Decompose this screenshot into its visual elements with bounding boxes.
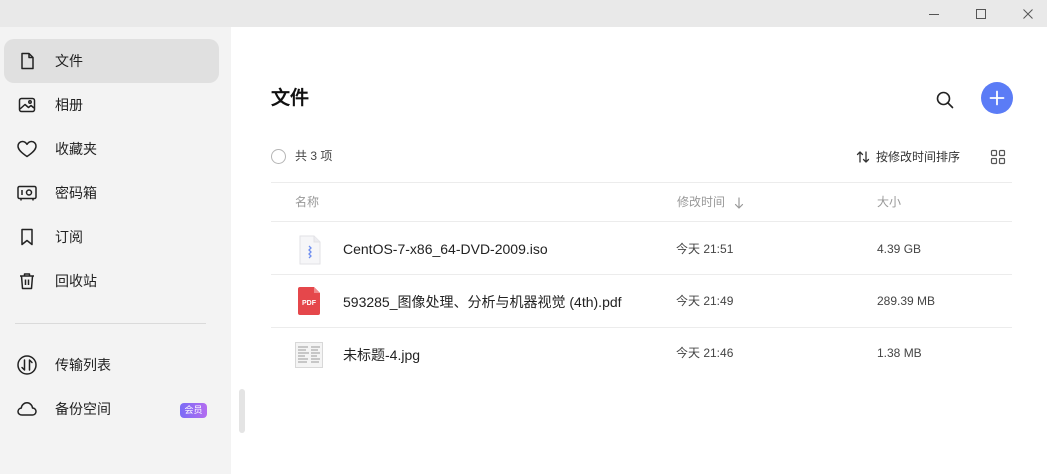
file-name: CentOS-7-x86_64-DVD-2009.iso bbox=[343, 241, 548, 257]
divider bbox=[271, 182, 1012, 183]
column-header-name[interactable]: 名称 bbox=[295, 195, 319, 210]
search-button[interactable] bbox=[932, 88, 958, 112]
sidebar-item-label: 备份空间 bbox=[55, 401, 111, 417]
file-row[interactable]: PDF 593285_图像处理、分析与机器视觉 (4th).pdf 今天 21:… bbox=[271, 275, 1012, 327]
sidebar-divider bbox=[15, 323, 206, 324]
sidebar-item-label: 回收站 bbox=[55, 273, 97, 289]
sidebar-item-subscriptions[interactable]: 订阅 bbox=[4, 215, 219, 259]
maximize-button[interactable] bbox=[958, 0, 1004, 27]
maximize-icon bbox=[976, 8, 986, 19]
minimize-button[interactable] bbox=[911, 0, 957, 27]
file-row[interactable]: 未标题-4.jpg 今天 21:46 1.38 MB bbox=[271, 328, 1012, 380]
select-all-checkbox[interactable] bbox=[271, 149, 286, 164]
trash-icon bbox=[16, 270, 38, 292]
sidebar-item-label: 文件 bbox=[55, 53, 83, 69]
grid-icon bbox=[990, 149, 1006, 165]
sidebar-item-transfers[interactable]: 传输列表 bbox=[4, 343, 219, 387]
heart-icon bbox=[16, 138, 38, 160]
sidebar-item-label: 密码箱 bbox=[55, 185, 97, 201]
sort-arrow-icon bbox=[734, 197, 744, 209]
sort-button[interactable]: 按修改时间排序 bbox=[856, 148, 960, 166]
sidebar-item-safe[interactable]: 密码箱 bbox=[4, 171, 219, 215]
file-name: 593285_图像处理、分析与机器视觉 (4th).pdf bbox=[343, 294, 622, 310]
grid-view-button[interactable] bbox=[990, 149, 1006, 165]
close-icon bbox=[1023, 8, 1033, 19]
add-button[interactable] bbox=[981, 82, 1013, 114]
file-modified: 今天 21:51 bbox=[676, 242, 734, 256]
column-header-size[interactable]: 大小 bbox=[877, 195, 901, 210]
file-size: 1.38 MB bbox=[877, 346, 922, 360]
photo-icon bbox=[16, 94, 38, 116]
sidebar-item-files[interactable]: 文件 bbox=[4, 39, 219, 83]
vip-badge: 会员 bbox=[180, 403, 207, 418]
sidebar-item-favorites[interactable]: 收藏夹 bbox=[4, 127, 219, 171]
safe-icon bbox=[16, 182, 38, 204]
plus-icon bbox=[989, 90, 1005, 106]
file-modified: 今天 21:46 bbox=[676, 346, 734, 360]
item-count: 共 3 项 bbox=[295, 149, 333, 163]
page-title: 文件 bbox=[271, 88, 310, 109]
transfer-icon bbox=[16, 354, 38, 376]
file-size: 289.39 MB bbox=[877, 294, 936, 308]
title-bar bbox=[0, 0, 1047, 27]
sidebar-item-label: 相册 bbox=[55, 97, 83, 113]
minimize-icon bbox=[929, 13, 939, 15]
pdf-file-icon: PDF bbox=[298, 287, 320, 315]
cloud-icon bbox=[16, 398, 38, 420]
file-modified: 今天 21:49 bbox=[676, 294, 734, 308]
sidebar-scrollbar[interactable] bbox=[239, 389, 245, 433]
column-header-modified[interactable]: 修改时间 bbox=[677, 195, 725, 210]
close-button[interactable] bbox=[1005, 0, 1047, 27]
pdf-label: PDF bbox=[302, 300, 317, 307]
file-icon bbox=[16, 50, 38, 72]
search-icon bbox=[936, 91, 954, 109]
sidebar-item-label: 传输列表 bbox=[55, 357, 111, 373]
image-thumbnail bbox=[295, 342, 323, 368]
sidebar-item-label: 收藏夹 bbox=[55, 141, 97, 157]
zip-file-icon bbox=[299, 235, 321, 265]
sidebar: 文件 相册 收藏夹 密码箱 订阅 回收站 传输列表 备份空间 会员 bbox=[0, 27, 231, 474]
file-name: 未标题-4.jpg bbox=[343, 347, 421, 363]
sort-label: 按修改时间排序 bbox=[876, 150, 961, 164]
bookmark-icon bbox=[16, 226, 38, 248]
sort-icon bbox=[856, 151, 870, 163]
sidebar-item-label: 订阅 bbox=[55, 229, 83, 245]
sidebar-item-trash[interactable]: 回收站 bbox=[4, 259, 219, 303]
file-size: 4.39 GB bbox=[877, 242, 922, 256]
file-row[interactable]: CentOS-7-x86_64-DVD-2009.iso 今天 21:51 4.… bbox=[271, 222, 1012, 274]
sidebar-item-photos[interactable]: 相册 bbox=[4, 83, 219, 127]
